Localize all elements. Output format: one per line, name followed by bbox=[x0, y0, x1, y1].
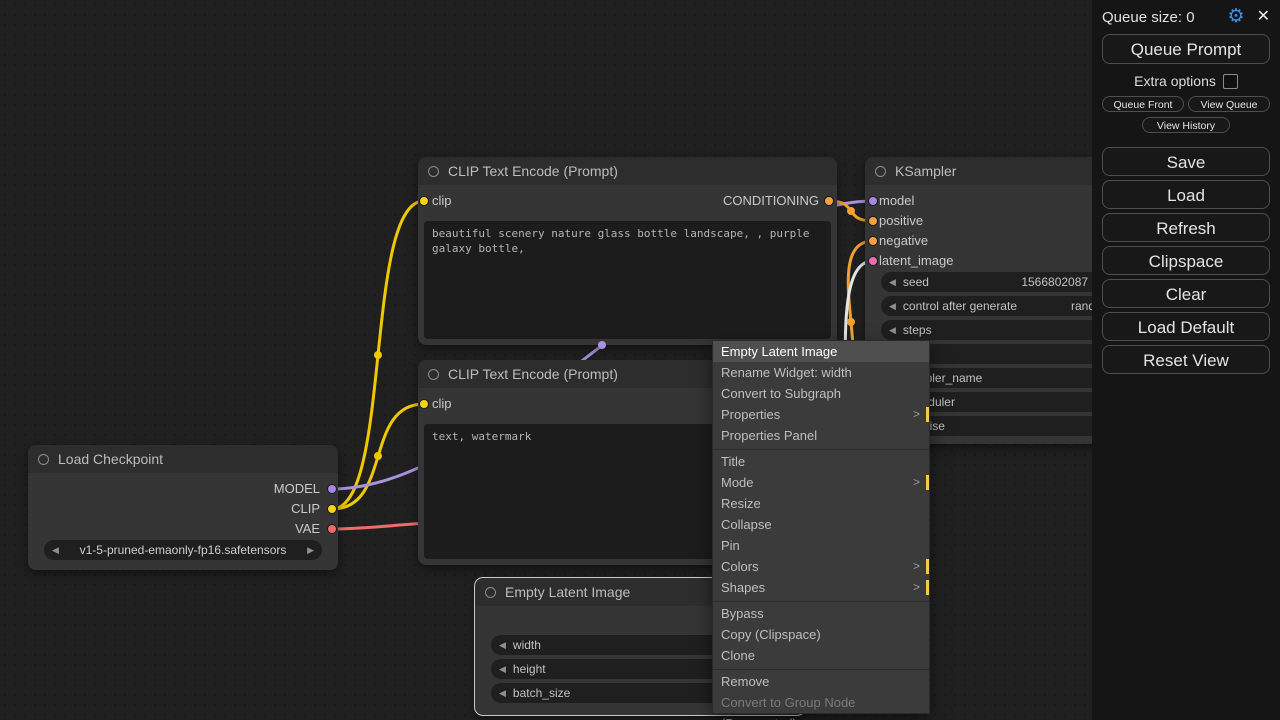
menu-separator bbox=[713, 446, 929, 450]
collapse-dot-icon[interactable] bbox=[428, 369, 439, 380]
extra-options-label: Extra options bbox=[1134, 73, 1216, 89]
submenu-arrow-icon: > bbox=[913, 472, 920, 493]
node-clip-text-encode-positive[interactable]: CLIP Text Encode (Prompt) clip CONDITION… bbox=[418, 157, 837, 345]
link-midpoint-dot bbox=[847, 207, 855, 215]
submenu-arrow-icon: > bbox=[913, 556, 920, 577]
wire-clip-to-negative-prompt bbox=[332, 404, 424, 509]
comfyui-menu-panel: Queue size: 0 ⚙ ✕ Queue Prompt Extra opt… bbox=[1092, 0, 1280, 720]
node-clip-positive-header[interactable]: CLIP Text Encode (Prompt) bbox=[418, 157, 837, 185]
menu-separator bbox=[713, 598, 929, 602]
menu-item-clone[interactable]: Clone bbox=[713, 645, 929, 666]
node-title: KSampler bbox=[895, 163, 956, 179]
menu-item-properties[interactable]: Properties > bbox=[713, 404, 929, 425]
menu-item-convert-to-subgraph[interactable]: Convert to Subgraph bbox=[713, 383, 929, 404]
menu-separator bbox=[713, 666, 929, 670]
output-label-model: MODEL bbox=[274, 481, 320, 497]
menu-item-copy-clipspace[interactable]: Copy (Clipspace) bbox=[713, 624, 929, 645]
menu-item-bypass[interactable]: Bypass bbox=[713, 603, 929, 624]
menu-item-rename-widget[interactable]: Rename Widget: width bbox=[713, 362, 929, 383]
node-title: Load Checkpoint bbox=[58, 451, 163, 467]
submenu-highlight-bar bbox=[926, 580, 929, 595]
seed-value: 1566802087 bbox=[1021, 275, 1088, 289]
submenu-arrow-icon: > bbox=[913, 404, 920, 425]
settings-gear-icon[interactable]: ⚙ bbox=[1228, 8, 1245, 26]
node-graph-canvas[interactable]: Load Checkpoint MODEL CLIP VAE ◀ v1-5-pr… bbox=[0, 0, 1280, 720]
view-queue-button[interactable]: View Queue bbox=[1188, 96, 1270, 112]
widget-prev-icon[interactable]: ◀ bbox=[499, 664, 506, 675]
wire-clip-to-positive-prompt bbox=[332, 201, 424, 509]
link-midpoint-dot bbox=[374, 351, 382, 359]
input-label-clip: clip bbox=[432, 193, 452, 209]
node-context-menu: Empty Latent Image Rename Widget: width … bbox=[712, 340, 930, 714]
link-midpoint-dot bbox=[847, 318, 855, 326]
output-label-clip: CLIP bbox=[291, 501, 320, 517]
input-label-latent-image: latent_image bbox=[879, 253, 953, 269]
clipspace-button[interactable]: Clipspace bbox=[1102, 246, 1270, 275]
batch-size-label: batch_size bbox=[513, 686, 570, 700]
node-load-checkpoint[interactable]: Load Checkpoint MODEL CLIP VAE ◀ v1-5-pr… bbox=[28, 445, 338, 570]
seed-label: seed bbox=[903, 275, 929, 289]
positive-prompt-textarea[interactable]: beautiful scenery nature glass bottle la… bbox=[424, 221, 831, 339]
close-icon[interactable]: ✕ bbox=[1257, 9, 1270, 25]
input-label-model: model bbox=[879, 193, 914, 209]
node-load-checkpoint-header[interactable]: Load Checkpoint bbox=[28, 445, 338, 473]
ckpt-name-value: v1-5-pruned-emaonly-fp16.safetensors bbox=[80, 543, 287, 557]
width-label: width bbox=[513, 638, 541, 652]
menu-item-collapse[interactable]: Collapse bbox=[713, 514, 929, 535]
menu-title-empty-latent-image[interactable]: Empty Latent Image bbox=[713, 341, 929, 362]
extra-options-checkbox[interactable] bbox=[1223, 74, 1238, 89]
queue-prompt-button[interactable]: Queue Prompt bbox=[1102, 34, 1270, 64]
reset-view-button[interactable]: Reset View bbox=[1102, 345, 1270, 374]
node-title: CLIP Text Encode (Prompt) bbox=[448, 163, 618, 179]
collapse-dot-icon[interactable] bbox=[38, 454, 49, 465]
menu-item-convert-to-group-node[interactable]: Convert to Group Node (Deprecated) bbox=[713, 692, 929, 713]
widget-prev-icon[interactable]: ◀ bbox=[889, 325, 896, 336]
widget-prev-icon[interactable]: ◀ bbox=[889, 301, 896, 312]
menu-item-resize[interactable]: Resize bbox=[713, 493, 929, 514]
input-label-negative: negative bbox=[879, 233, 928, 249]
menu-item-pin[interactable]: Pin bbox=[713, 535, 929, 556]
widget-next-icon[interactable]: ▶ bbox=[307, 545, 314, 556]
submenu-arrow-icon: > bbox=[913, 577, 920, 598]
output-label-conditioning: CONDITIONING bbox=[723, 193, 819, 209]
save-button[interactable]: Save bbox=[1102, 147, 1270, 176]
control-after-generate-widget[interactable]: ◀ control after generate rand bbox=[881, 296, 1109, 316]
steps-widget[interactable]: ◀ steps bbox=[881, 320, 1109, 340]
load-button[interactable]: Load bbox=[1102, 180, 1270, 209]
collapse-dot-icon[interactable] bbox=[875, 166, 886, 177]
clear-button[interactable]: Clear bbox=[1102, 279, 1270, 308]
menu-item-shapes[interactable]: Shapes > bbox=[713, 577, 929, 598]
widget-prev-icon[interactable]: ◀ bbox=[499, 688, 506, 699]
load-default-button[interactable]: Load Default bbox=[1102, 312, 1270, 341]
menu-item-title[interactable]: Title bbox=[713, 451, 929, 472]
refresh-button[interactable]: Refresh bbox=[1102, 213, 1270, 242]
queue-front-button[interactable]: Queue Front bbox=[1102, 96, 1184, 112]
menu-item-mode[interactable]: Mode > bbox=[713, 472, 929, 493]
node-title: Empty Latent Image bbox=[505, 584, 630, 600]
widget-prev-icon[interactable]: ◀ bbox=[499, 640, 506, 651]
view-history-button[interactable]: View History bbox=[1142, 117, 1230, 133]
collapse-dot-icon[interactable] bbox=[485, 587, 496, 598]
ckpt-name-widget[interactable]: ◀ v1-5-pruned-emaonly-fp16.safetensors ▶ bbox=[44, 540, 322, 560]
node-title: CLIP Text Encode (Prompt) bbox=[448, 366, 618, 382]
menu-item-colors[interactable]: Colors > bbox=[713, 556, 929, 577]
input-label-clip: clip bbox=[432, 396, 452, 412]
seed-widget[interactable]: ◀ seed 1566802087 ▶ bbox=[881, 272, 1109, 292]
widget-prev-icon[interactable]: ◀ bbox=[889, 277, 896, 288]
menu-item-remove[interactable]: Remove bbox=[713, 671, 929, 692]
widget-prev-icon[interactable]: ◀ bbox=[52, 545, 59, 556]
input-label-positive: positive bbox=[879, 213, 923, 229]
submenu-highlight-bar bbox=[926, 475, 929, 490]
output-label-vae: VAE bbox=[295, 521, 320, 537]
menu-item-properties-panel[interactable]: Properties Panel bbox=[713, 425, 929, 446]
height-label: height bbox=[513, 662, 546, 676]
submenu-highlight-bar bbox=[926, 407, 929, 422]
control-after-generate-label: control after generate bbox=[903, 299, 1017, 313]
collapse-dot-icon[interactable] bbox=[428, 166, 439, 177]
link-midpoint-dot bbox=[374, 452, 382, 460]
queue-size-label: Queue size: 0 bbox=[1102, 9, 1228, 26]
steps-label: steps bbox=[903, 323, 932, 337]
node-ksampler-header[interactable]: KSampler bbox=[865, 157, 1125, 185]
submenu-highlight-bar bbox=[926, 559, 929, 574]
